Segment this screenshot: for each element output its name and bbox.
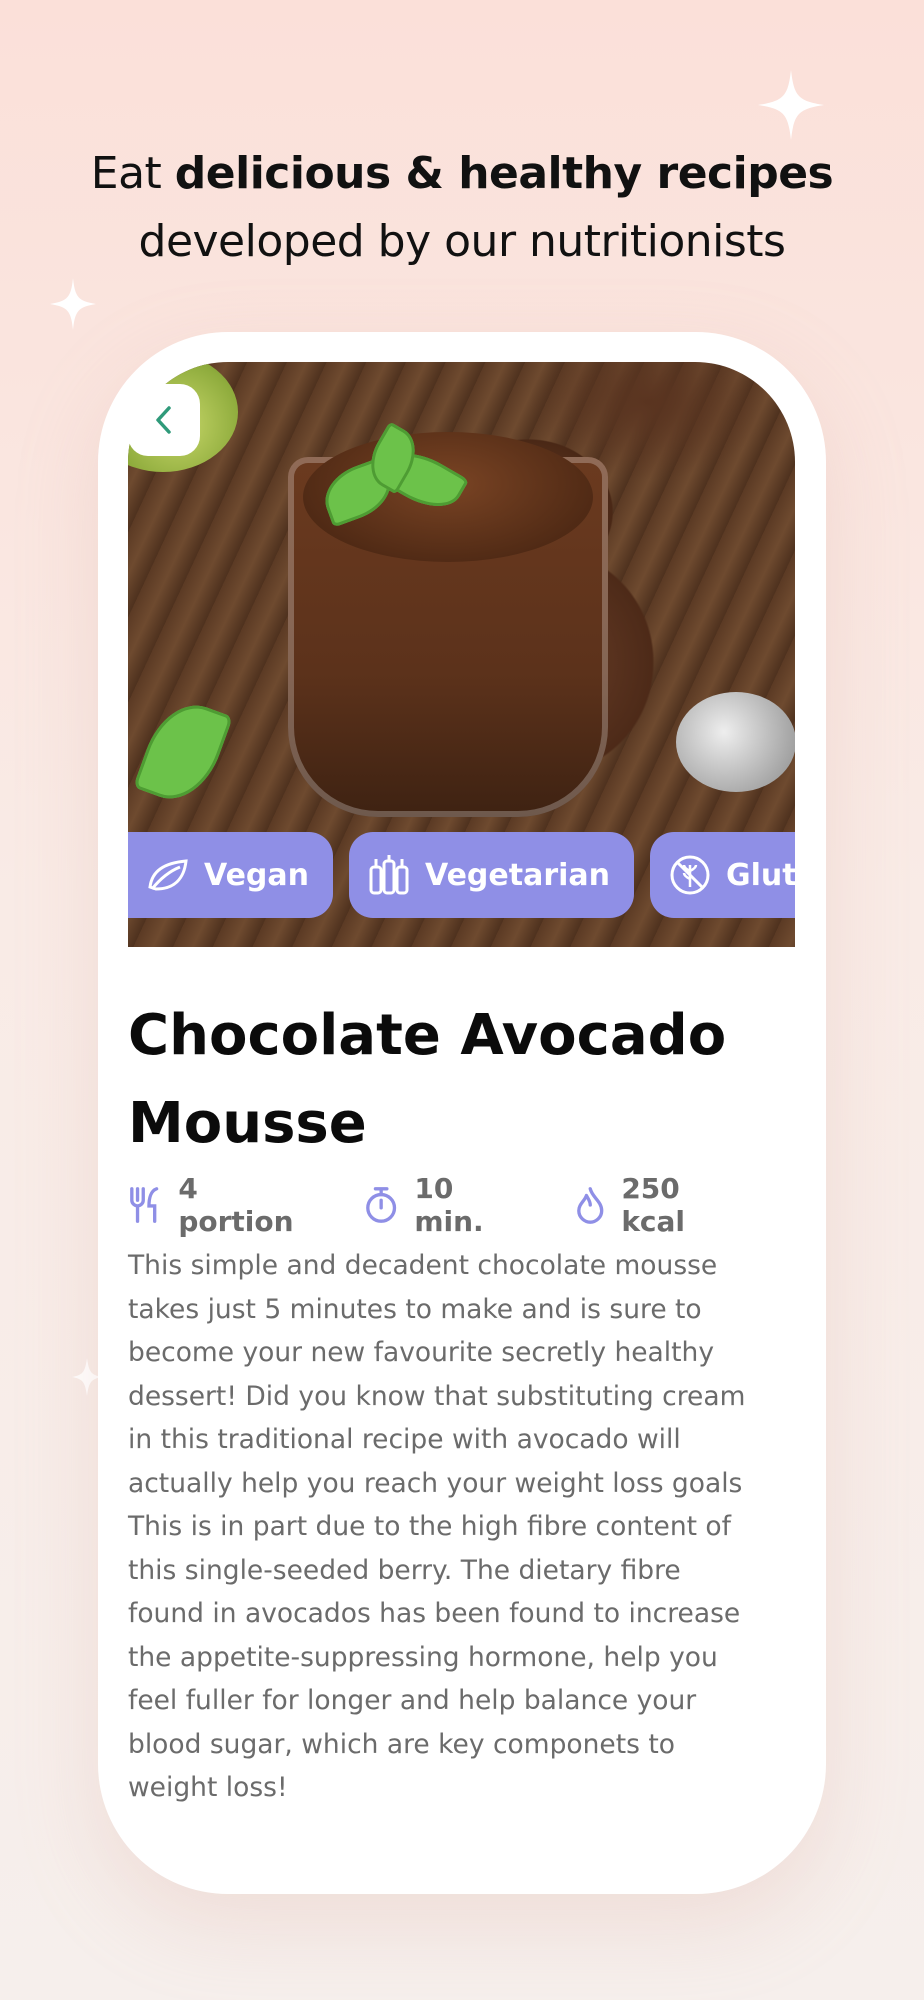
- recipe-description: This simple and decadent chocolate mouss…: [128, 1250, 746, 1803]
- timer-icon: [366, 1187, 397, 1223]
- headline-line-1: Eat delicious & healthy recipes: [90, 148, 834, 199]
- back-button[interactable]: [128, 384, 200, 456]
- vegetables-icon: [369, 855, 409, 895]
- recipe-meta: 4 portion 10 min. 250 kcal: [128, 1172, 795, 1238]
- sparkle-icon: [50, 278, 96, 330]
- cutlery-icon: [130, 1187, 159, 1223]
- mint-leaf: [133, 693, 233, 811]
- tag-vegan[interactable]: Vegan: [128, 832, 333, 918]
- recipe-card: Vegan Vegetarian Gluten C: [98, 332, 826, 1894]
- headline: Eat delicious & healthy recipes develope…: [0, 140, 924, 276]
- calories-info: 250 kcal: [575, 1172, 747, 1238]
- leaf-icon: [148, 859, 188, 891]
- diet-tags: Vegan Vegetarian Gluten: [128, 832, 795, 924]
- time-info: 10 min.: [364, 1172, 527, 1238]
- tag-vegetarian[interactable]: Vegetarian: [349, 832, 635, 918]
- headline-line-2: developed by our nutritionists: [138, 216, 786, 267]
- headline-emphasis: delicious & healthy recipes: [174, 148, 834, 199]
- sparkle-icon: [758, 70, 824, 140]
- chevron-left-icon: [156, 406, 171, 434]
- recipe-title: Chocolate Avocado Mousse: [128, 1003, 727, 1156]
- gluten-free-icon: [670, 855, 710, 895]
- spoon: [676, 692, 795, 792]
- flame-icon: [576, 1187, 604, 1224]
- portions-info: 4 portion: [128, 1172, 316, 1238]
- tag-gluten[interactable]: Gluten: [650, 832, 795, 918]
